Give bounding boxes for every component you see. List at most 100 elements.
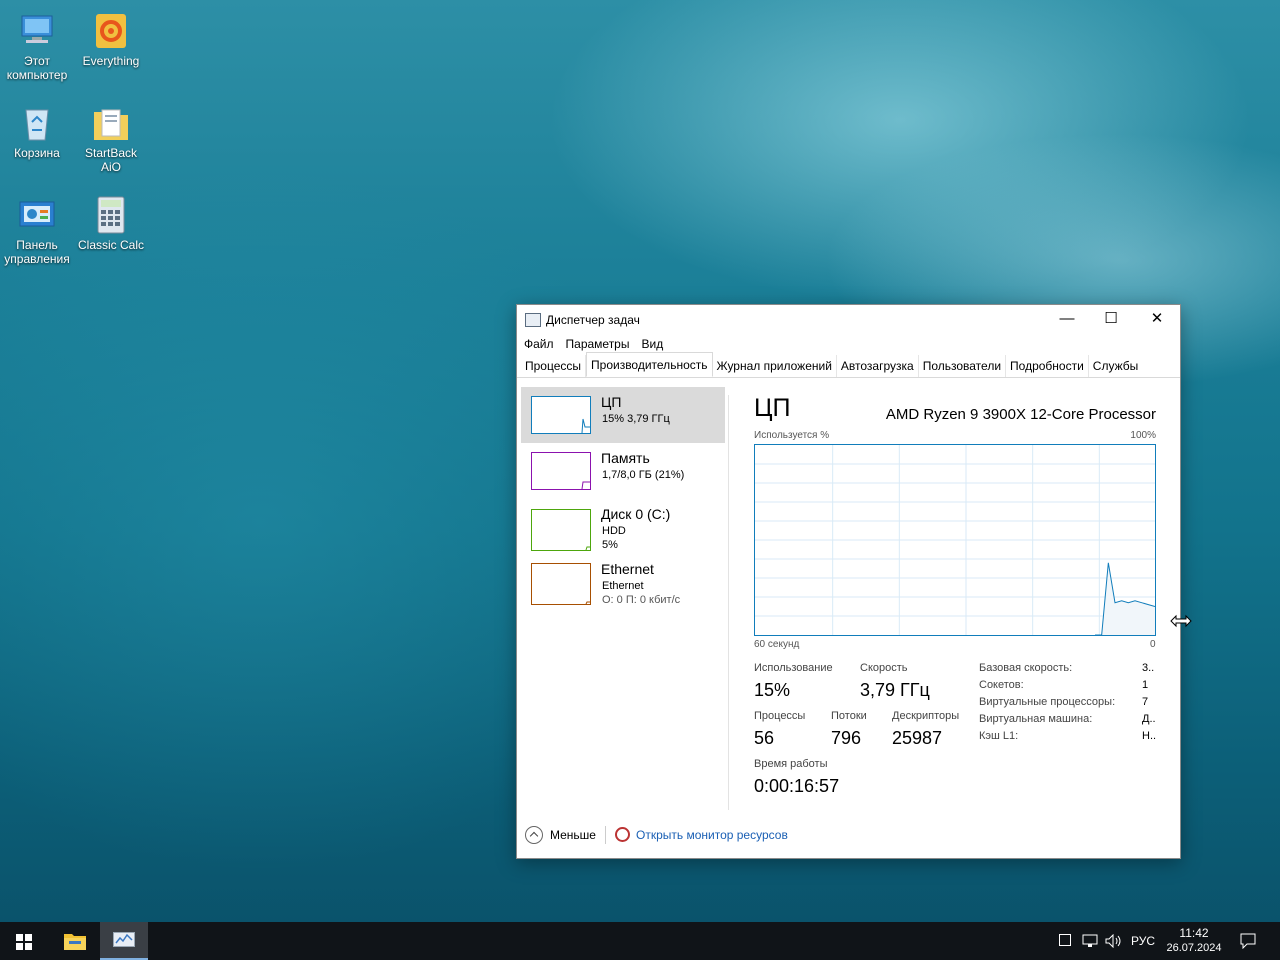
cpu-graph-svg	[755, 445, 1156, 636]
clock[interactable]: 11:42 26.07.2024	[1162, 922, 1226, 960]
handles-label: Дескрипторы	[892, 710, 960, 722]
calculator-icon	[90, 194, 132, 236]
resource-title: ЦП	[754, 394, 791, 422]
speed-value: 3,79 ГГц	[860, 680, 930, 700]
resource-item-disk[interactable]: Диск 0 (C:) HDD 5%	[521, 499, 725, 561]
fewer-details-button[interactable]: Меньше	[550, 828, 596, 842]
processes-value: 56	[754, 728, 775, 748]
speed-label: Скорость	[860, 662, 908, 674]
taskbar-task-manager[interactable]	[100, 922, 148, 960]
threads-value: 796	[831, 728, 862, 748]
desktop-icon-everything[interactable]: Everything	[74, 2, 148, 68]
resource-list: ЦП 15% 3,79 ГГц Память 1,7/8,0 ГБ (21%) …	[521, 387, 725, 617]
task-manager-window[interactable]: Диспетчер задач — ☐ ✕ Файл Параметры Вид…	[516, 304, 1181, 859]
desktop-icon-label: Этот компьютер	[6, 54, 68, 82]
network-icon	[1082, 934, 1098, 951]
resize-cursor-icon	[1170, 614, 1192, 628]
tab-performance[interactable]: Производительность	[586, 352, 713, 377]
resource-item-memory[interactable]: Память 1,7/8,0 ГБ (21%)	[521, 443, 725, 499]
close-button[interactable]: ✕	[1134, 305, 1180, 335]
resource-monitor-icon[interactable]	[615, 827, 630, 842]
detail-value: 7	[1142, 696, 1149, 708]
memory-thumbnail	[531, 452, 591, 490]
resource-detail: 1,7/8,0 ГБ (21%)	[602, 469, 685, 481]
minimize-button[interactable]: —	[1044, 305, 1090, 335]
handles-value: 25987	[892, 728, 943, 748]
title-bar[interactable]: Диспетчер задач — ☐ ✕	[517, 305, 1180, 335]
desktop-icon-recycle-bin[interactable]: Корзина	[0, 94, 74, 160]
detail-key: Виртуальная машина:	[979, 713, 1093, 725]
tab-processes[interactable]: Процессы	[521, 355, 587, 377]
desktop-icon-classic-calc[interactable]: Classic Calc	[74, 186, 148, 252]
graph-x-label: 60 секунд	[754, 639, 800, 650]
detail-key: Базовая скорость:	[979, 662, 1073, 674]
uptime-label: Время работы	[754, 758, 828, 770]
chevron-up-icon[interactable]	[525, 826, 543, 844]
resource-detail: HDD	[602, 525, 626, 537]
language-indicator[interactable]: РУС	[1131, 922, 1155, 960]
desktop-icon-startback[interactable]: StartBack AiO	[74, 94, 148, 174]
detail-key: Сокетов:	[979, 679, 1024, 691]
resource-name: ЦП	[601, 394, 622, 410]
desktop-icon-label: Корзина	[14, 146, 60, 160]
tab-bar: Процессы Производительность Журнал прило…	[517, 352, 1180, 378]
resource-detail: 5%	[602, 539, 618, 551]
maximize-button[interactable]: ☐	[1088, 305, 1134, 335]
tab-details[interactable]: Подробности	[1006, 355, 1089, 377]
footer-divider	[605, 826, 606, 844]
resource-item-ethernet[interactable]: Ethernet Ethernet О: 0 П: 0 кбит/с	[521, 561, 725, 617]
detail-key: Кэш L1:	[979, 730, 1019, 742]
detail-value: 3..	[1142, 662, 1155, 674]
menu-file[interactable]: Файл	[524, 335, 554, 355]
cpu-usage-area	[1095, 562, 1155, 635]
threads-label: Потоки	[831, 710, 867, 722]
desktop-icon-label: Everything	[82, 54, 140, 68]
clock-date: 26.07.2024	[1166, 942, 1222, 954]
detail-value: Д..	[1142, 713, 1156, 725]
cpu-usage-graph	[754, 444, 1156, 636]
start-button[interactable]	[0, 922, 48, 960]
processes-label: Процессы	[754, 710, 806, 722]
taskbar: РУС 11:42 26.07.2024	[0, 922, 1280, 960]
tab-users[interactable]: Пользователи	[919, 355, 1007, 377]
cpu-model: AMD Ryzen 9 3900X 12-Core Processor	[885, 406, 1156, 423]
tab-startup[interactable]: Автозагрузка	[837, 355, 919, 377]
graph-y-label: Используется %	[754, 430, 830, 441]
clock-time: 11:42	[1179, 926, 1209, 940]
everything-icon	[90, 10, 132, 52]
panel-divider[interactable]	[728, 395, 729, 810]
network-tray-icon[interactable]	[1080, 922, 1100, 960]
detail-value: 1	[1142, 679, 1149, 691]
graph-y-max: 100%	[1130, 430, 1156, 441]
volume-tray-icon[interactable]	[1103, 922, 1123, 960]
resource-detail: Ethernet	[602, 580, 644, 592]
speaker-icon	[1105, 933, 1123, 951]
desktop-icon-label: StartBack AiO	[84, 146, 138, 174]
computer-icon	[16, 10, 58, 52]
resource-detail: О: 0 П: 0 кбит/с	[602, 594, 681, 606]
detail-key: Виртуальные процессоры:	[979, 696, 1116, 708]
tab-app-history[interactable]: Журнал приложений	[713, 355, 837, 377]
window-footer: Меньше Открыть монитор ресурсов	[517, 814, 1180, 858]
startback-icon	[90, 102, 132, 144]
notification-icon	[1240, 933, 1256, 952]
desktop-icon-control-panel[interactable]: Панель управления	[0, 186, 74, 266]
show-desktop-tray-icon[interactable]	[1058, 922, 1072, 960]
ethernet-thumbnail	[531, 563, 591, 605]
taskbar-file-explorer[interactable]	[50, 922, 98, 960]
window-title: Диспетчер задач	[546, 313, 640, 327]
desktop-icon-this-pc[interactable]: Этот компьютер	[0, 2, 74, 82]
detail-value: Н..	[1142, 730, 1157, 742]
task-manager-icon	[113, 932, 135, 948]
task-manager-icon	[525, 313, 541, 327]
resource-name: Диск 0 (C:)	[601, 506, 671, 522]
tab-services[interactable]: Службы	[1089, 355, 1142, 377]
open-resource-monitor-link[interactable]: Открыть монитор ресурсов	[636, 828, 788, 842]
resource-item-cpu[interactable]: ЦП 15% 3,79 ГГц	[521, 387, 725, 443]
windows-logo-icon	[16, 934, 32, 950]
control-panel-icon	[16, 194, 58, 236]
graph-x-min: 0	[1150, 639, 1156, 650]
recycle-bin-icon	[16, 102, 58, 144]
notification-center-button[interactable]	[1232, 922, 1262, 960]
resource-name: Память	[601, 450, 650, 466]
